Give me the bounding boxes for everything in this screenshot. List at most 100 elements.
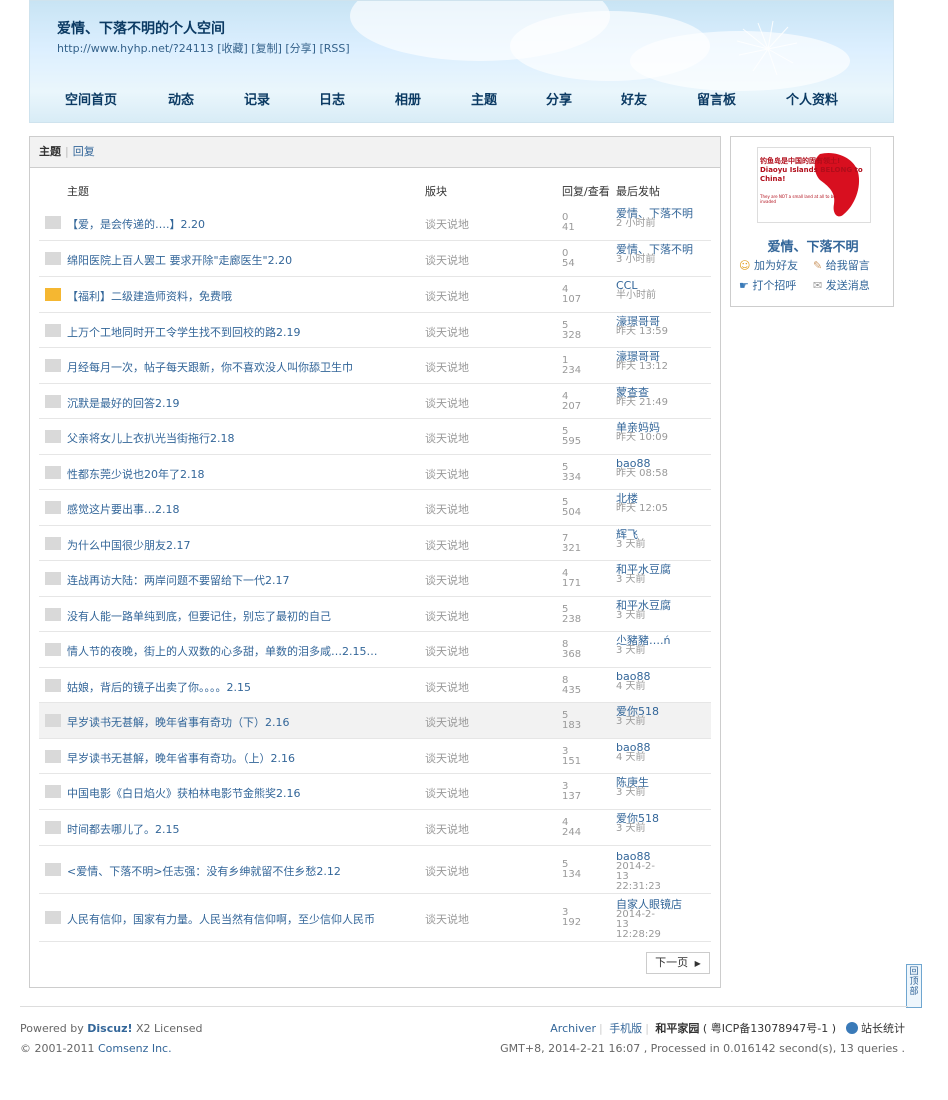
view-count: 207 xyxy=(562,401,582,412)
url-action-favorite[interactable]: [收藏] xyxy=(217,42,248,55)
nav-records[interactable]: 记录 xyxy=(244,89,270,108)
thread-counts: 3 151 xyxy=(562,747,581,767)
view-count: 171 xyxy=(562,578,582,589)
thread-forum[interactable]: 谈天说地 xyxy=(425,608,469,624)
thread-forum[interactable]: 谈天说地 xyxy=(425,643,469,659)
thread-title[interactable]: 感觉这片要出事…2.18 xyxy=(67,501,180,517)
table-row: 性都东莞少说也20年了2.18 谈天说地 5 334 bao88 昨天 08:58 xyxy=(39,455,711,490)
thread-forum[interactable]: 谈天说地 xyxy=(425,679,469,695)
nav-profile[interactable]: 个人资料 xyxy=(786,89,838,108)
site-url-line: http://www.hyhp.net/?24113 [收藏] [复制] [分享… xyxy=(57,40,350,56)
nav-guestbook[interactable]: 留言板 xyxy=(697,89,736,108)
thread-title[interactable]: 连战再访大陆：两岸问题不要留给下一代2.17 xyxy=(67,572,290,588)
thread-title[interactable]: 上万个工地同时开工令学生找不到回校的路2.19 xyxy=(67,324,301,340)
thread-title[interactable]: 绵阳医院上百人罢工 要求开除"走廊医生"2.20 xyxy=(67,252,292,268)
thread-forum[interactable]: 谈天说地 xyxy=(425,863,469,879)
nav-share[interactable]: 分享 xyxy=(546,89,572,108)
thread-title[interactable]: 没有人能一路单纯到底，但要记住，别忘了最初的自己 xyxy=(67,608,331,624)
thread-list-panel: 主题 | 回复 主题 版块 回复/查看 最后发帖 【爱，是会传递的….】2.20 谈天… xyxy=(29,136,721,988)
thread-title[interactable]: 早岁读书无甚解，晚年省事有奇功。（上）2.16 xyxy=(67,750,295,766)
thread-forum[interactable]: 谈天说地 xyxy=(425,537,469,553)
url-action-share[interactable]: [分享] xyxy=(285,42,316,55)
url-action-rss[interactable]: [RSS] xyxy=(319,42,349,55)
thread-forum[interactable]: 谈天说地 xyxy=(425,324,469,340)
thread-title[interactable]: 【爱，是会传递的….】2.20 xyxy=(67,216,205,232)
mobile-link[interactable]: 手机版 xyxy=(609,1022,642,1035)
back-to-top-button[interactable]: 回顶部 xyxy=(906,964,922,1008)
thread-title[interactable]: 沉默是最好的回答2.19 xyxy=(67,395,180,411)
nav-friends[interactable]: 好友 xyxy=(621,89,647,108)
thread-title[interactable]: <爱情、下落不明>任志强：没有乡绅就留不住乡愁2.12 xyxy=(67,863,341,879)
thread-title[interactable]: 时间都去哪儿了。2.15 xyxy=(67,821,180,837)
nav-home[interactable]: 空间首页 xyxy=(65,89,117,108)
last-post-time: 3 天前 xyxy=(616,787,646,798)
last-post-time: 4 天前 xyxy=(616,681,646,692)
thread-forum[interactable]: 谈天说地 xyxy=(425,750,469,766)
home-link[interactable]: 和平家园 xyxy=(655,1022,699,1035)
folder-icon xyxy=(45,714,61,727)
thread-title[interactable]: 人民有信仰，国家有力量。人民当然有信仰啊，至少信仰人民币 xyxy=(67,911,375,927)
thread-counts: 5 334 xyxy=(562,463,581,483)
thread-title[interactable]: 月经每月一次，帖子每天跟新，你不喜欢没人叫你舔卫生巾 xyxy=(67,359,353,375)
thread-forum[interactable]: 谈天说地 xyxy=(425,216,469,232)
thread-forum[interactable]: 谈天说地 xyxy=(425,252,469,268)
view-count: 54 xyxy=(562,258,575,269)
comsenz-link[interactable]: Comsenz Inc. xyxy=(98,1042,172,1055)
thread-forum[interactable]: 谈天说地 xyxy=(425,501,469,517)
thread-forum[interactable]: 谈天说地 xyxy=(425,714,469,730)
thread-last-post: bao88 昨天 08:58 xyxy=(616,458,668,479)
nav-blog[interactable]: 日志 xyxy=(319,89,345,108)
nav-threads[interactable]: 主题 xyxy=(471,89,497,108)
copyright-prefix: © 2001-2011 xyxy=(20,1042,95,1055)
site-title[interactable]: 爱情、下落不明的个人空间 xyxy=(57,18,225,38)
processed-info: GMT+8, 2014-2-21 16:07 , Processed in 0.… xyxy=(500,1042,905,1055)
thread-last-post: CCL 半小时前 xyxy=(616,280,656,301)
leave-message-button[interactable]: ✎ 给我留言 xyxy=(813,257,870,273)
send-message-button[interactable]: ✉ 发送消息 xyxy=(813,277,870,293)
nav-album[interactable]: 相册 xyxy=(395,89,421,108)
thread-forum[interactable]: 谈天说地 xyxy=(425,395,469,411)
thread-title[interactable]: 为什么中国很少朋友2.17 xyxy=(67,537,191,553)
thread-forum[interactable]: 谈天说地 xyxy=(425,785,469,801)
col-subject: 主题 xyxy=(67,185,89,198)
archiver-link[interactable]: Archiver xyxy=(550,1022,596,1035)
powered-prefix: Powered by xyxy=(20,1022,84,1035)
thread-title[interactable]: 性都东莞少说也20年了2.18 xyxy=(67,466,205,482)
thread-title[interactable]: 早岁读书无甚解，晚年省事有奇功（下）2.16 xyxy=(67,714,290,730)
thread-counts: 4 107 xyxy=(562,285,581,305)
folder-icon xyxy=(45,821,61,834)
thread-title[interactable]: 父亲将女儿上衣扒光当街拖行2.18 xyxy=(67,430,235,446)
thread-counts: 5 183 xyxy=(562,711,581,731)
thread-title[interactable]: 中国电影《白日焰火》获柏林电影节金熊奖2.16 xyxy=(67,785,301,801)
last-post-time: 3 天前 xyxy=(616,610,646,621)
thread-forum[interactable]: 谈天说地 xyxy=(425,821,469,837)
site-url[interactable]: http://www.hyhp.net/?24113 xyxy=(57,42,214,55)
add-friend-button[interactable]: ☺ 加为好友 xyxy=(739,257,798,273)
send-message-label: 发送消息 xyxy=(825,279,870,292)
thread-forum[interactable]: 谈天说地 xyxy=(425,911,469,927)
next-page-button[interactable]: 下一页 ▶ xyxy=(646,952,710,974)
thread-title[interactable]: 情人节的夜晚，街上的人双数的心多甜，单数的泪多咸…2.15… xyxy=(67,643,378,659)
table-row: 感觉这片要出事…2.18 谈天说地 5 504 北楼 昨天 12:05 xyxy=(39,490,711,526)
thread-title[interactable]: 姑娘，背后的镜子出卖了你。。。。2.15 xyxy=(67,679,251,695)
thread-forum[interactable]: 谈天说地 xyxy=(425,430,469,446)
thread-forum[interactable]: 谈天说地 xyxy=(425,359,469,375)
greet-button[interactable]: ☛ 打个招呼 xyxy=(739,277,796,293)
tab-threads[interactable]: 主题 xyxy=(39,145,61,158)
stats-link[interactable]: 站长统计 xyxy=(861,1022,905,1035)
folder-icon xyxy=(45,643,61,656)
thread-forum[interactable]: 谈天说地 xyxy=(425,288,469,304)
thread-forum[interactable]: 谈天说地 xyxy=(425,466,469,482)
icp-link[interactable]: ( 粤ICP备13078947号-1 ) xyxy=(703,1022,836,1035)
thread-forum[interactable]: 谈天说地 xyxy=(425,572,469,588)
profile-name[interactable]: 爱情、下落不明 xyxy=(731,236,895,255)
nav-feed[interactable]: 动态 xyxy=(168,89,194,108)
tab-replies[interactable]: 回复 xyxy=(73,145,95,158)
url-action-copy[interactable]: [复制] xyxy=(251,42,282,55)
discuz-link[interactable]: Discuz! xyxy=(87,1022,132,1035)
tab-bar: 主题 | 回复 xyxy=(30,137,720,168)
view-count: 107 xyxy=(562,294,582,305)
thread-title[interactable]: 【福利】二级建造师资料，免费哦 xyxy=(67,288,232,304)
last-post-time: 昨天 13:12 xyxy=(616,361,668,372)
last-post-time: 昨天 10:09 xyxy=(616,432,668,443)
